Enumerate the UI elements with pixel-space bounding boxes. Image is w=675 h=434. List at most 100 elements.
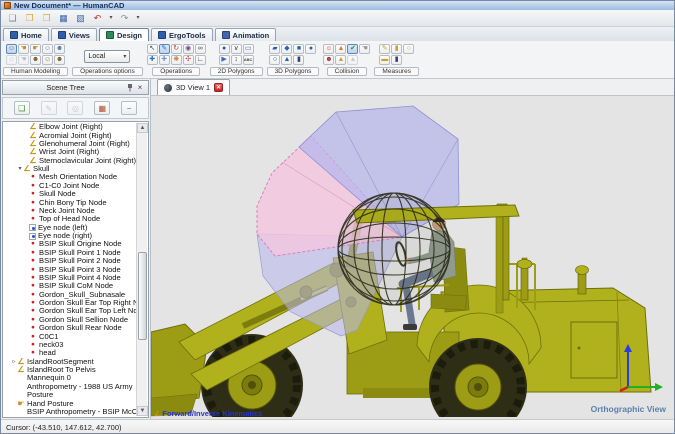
hand-icon xyxy=(17,400,25,408)
draw-dimension-tool-glyph: ↕ xyxy=(234,56,238,63)
ribbon-tab-bar: HomeViewsDesignErgoToolsAnimation xyxy=(1,27,674,41)
collision-object-tool[interactable]: ▲ xyxy=(335,44,346,54)
ribbon-tab-home[interactable]: Home xyxy=(3,28,49,41)
dropdown-value: Local xyxy=(88,53,105,60)
draw-arrow-tool[interactable]: ▶ xyxy=(219,55,230,65)
move-tool[interactable]: ✚ xyxy=(147,55,158,65)
title-bar[interactable]: New Document* — HumanCAD xyxy=(1,1,674,10)
pick-orientation-tool[interactable]: ◉ xyxy=(183,44,194,54)
node-icon xyxy=(29,324,37,332)
mannequin-posture-tool-glyph: ☺ xyxy=(8,56,15,63)
hand-left-tool[interactable]: ☚ xyxy=(18,44,29,54)
undo-button[interactable]: ↶ xyxy=(90,11,105,25)
measure-height-tool[interactable]: ▮ xyxy=(391,55,402,65)
tree-item[interactable]: C0C1 xyxy=(4,332,136,340)
quick-access-toolbar: ❏❐❒▦▧↶▾↷▾ xyxy=(1,10,674,27)
mannequin-scale-tool[interactable]: ☺ xyxy=(42,55,53,65)
kinematics-mode-label[interactable]: ∠Forward/Inverse Kinematics xyxy=(154,409,262,418)
show-image-button[interactable]: ▦ xyxy=(94,101,110,115)
measure-draw-tool[interactable]: ✎ xyxy=(379,44,390,54)
mannequin-anthropometry-tool[interactable]: ☻ xyxy=(30,55,41,65)
draw-text-tool-glyph: ABC xyxy=(244,56,253,63)
select-tool[interactable]: ↖ xyxy=(147,44,158,54)
new-document-button[interactable]: ❏ xyxy=(5,11,20,25)
scene-tree-title: Scene Tree xyxy=(6,83,125,92)
mannequin-group-tool[interactable]: ☻ xyxy=(54,55,65,65)
collision-mannequin-tool[interactable]: ☺ xyxy=(323,44,334,54)
mannequin-pair-tool[interactable]: ☻ xyxy=(54,44,65,54)
collision-warning-tool[interactable]: ▲ xyxy=(335,55,346,65)
edit-tool[interactable]: ✎ xyxy=(159,44,170,54)
cylinder-tool[interactable]: ▮ xyxy=(293,55,304,65)
link-tool[interactable]: ∞ xyxy=(195,44,206,54)
draw-text-tool[interactable]: ABC xyxy=(243,55,254,65)
save-as-button[interactable]: ▧ xyxy=(73,11,88,25)
rotate-tool[interactable]: ↻ xyxy=(171,44,182,54)
collision-report-tool[interactable]: ☻ xyxy=(323,55,334,65)
ribbon-tab-animation[interactable]: Animation xyxy=(215,28,277,41)
undo-menu-caret[interactable]: ▾ xyxy=(107,11,115,25)
views-tab-icon xyxy=(58,31,66,39)
cone-tool[interactable]: ▲ xyxy=(281,55,292,65)
view-tab-label: 3D View 1 xyxy=(176,83,210,92)
open-document-button[interactable]: ❐ xyxy=(22,11,37,25)
draw-rectangle-tool[interactable]: ▭ xyxy=(243,44,254,54)
edit-tool-glyph: ✎ xyxy=(161,45,167,52)
tree-item[interactable]: BSIP Anthropometry - BSIP McCon... xyxy=(4,408,136,416)
measure-ruler-tool[interactable]: ▮ xyxy=(391,44,402,54)
ribbon-tab-views[interactable]: Views xyxy=(51,28,97,41)
coordinate-system-dropdown[interactable]: Local▾ xyxy=(84,50,130,63)
pin-icon[interactable] xyxy=(125,83,135,93)
new-mannequin-button[interactable]: ☺ xyxy=(6,44,17,54)
collision-stop-tool[interactable]: ☚ xyxy=(359,44,370,54)
open-folder-button[interactable]: ❒ xyxy=(39,11,54,25)
polyhedron-tool[interactable]: ◆ xyxy=(281,44,292,54)
scroll-up-icon[interactable]: ▲ xyxy=(137,123,148,133)
hand-right-tool[interactable]: ☛ xyxy=(30,44,41,54)
sphere-tool[interactable]: ● xyxy=(305,44,316,54)
move-to-tool[interactable]: ✚ xyxy=(159,55,170,65)
node-icon xyxy=(29,207,37,215)
scrollbar-thumb[interactable] xyxy=(138,252,147,340)
group-label-operations: Operations xyxy=(152,67,200,76)
ribbon-group-measures: ✎▮○▬▮Measures xyxy=(374,43,419,76)
tree-item[interactable]: Gordon Skull Rear Node xyxy=(4,324,136,332)
tree-item[interactable]: neck03 xyxy=(4,341,136,349)
anthro-icon xyxy=(17,383,25,391)
collapse-all-button[interactable]: − xyxy=(121,101,137,115)
close-panel-icon[interactable]: × xyxy=(135,83,145,93)
eye-icon xyxy=(29,233,36,240)
draw-dimension-tool[interactable]: ↕ xyxy=(231,55,242,65)
redo-menu-caret[interactable]: ▾ xyxy=(134,11,142,25)
measure-ellipse-tool[interactable]: ○ xyxy=(403,44,414,54)
add-node-button[interactable]: ❏ xyxy=(14,101,30,115)
torus-tool[interactable]: ○ xyxy=(269,55,280,65)
vision-sphere-wireframe[interactable] xyxy=(338,193,450,305)
draw-circle-tool[interactable]: ● xyxy=(219,44,230,54)
redo-menu-caret-glyph: ▾ xyxy=(136,14,139,23)
box-tool[interactable]: ■ xyxy=(293,44,304,54)
tree-item[interactable]: Anthropometry - 1988 US Army xyxy=(4,383,136,391)
mannequin-measure-tool[interactable]: ☺ xyxy=(42,44,53,54)
mannequin-anthropometry-tool-glyph: ☻ xyxy=(32,56,39,63)
node-icon xyxy=(29,282,37,290)
set-origin-tool[interactable]: ∟ xyxy=(195,55,206,65)
align-tool[interactable]: ✣ xyxy=(183,55,194,65)
rotate-free-tool[interactable]: ❋ xyxy=(171,55,182,65)
ribbon-tab-design[interactable]: Design xyxy=(99,28,149,41)
scroll-down-icon[interactable]: ▼ xyxy=(137,406,148,416)
view-tab-icon xyxy=(164,84,172,92)
close-view-icon[interactable]: ✕ xyxy=(214,83,223,92)
save-button[interactable]: ▦ xyxy=(56,11,71,25)
draw-polyline-tool[interactable]: ∨ xyxy=(231,44,242,54)
ribbon-tab-ergotools[interactable]: ErgoTools xyxy=(151,28,213,41)
redo-button[interactable]: ↷ xyxy=(117,11,132,25)
3d-canvas[interactable]: ∠Forward/Inverse Kinematics Orthographic… xyxy=(151,96,674,419)
measure-distance-tool[interactable]: ▬ xyxy=(379,55,390,65)
3d-scene[interactable] xyxy=(151,96,674,417)
prism-tool[interactable]: ▰ xyxy=(269,44,280,54)
window-title: New Document* — HumanCAD xyxy=(14,1,124,10)
tree-scrollbar[interactable]: ▲ ▼ xyxy=(136,123,147,416)
view-tab-3d-view-1[interactable]: 3D View 1 ✕ xyxy=(157,79,230,95)
collision-check-tool[interactable]: ✔ xyxy=(347,44,358,54)
